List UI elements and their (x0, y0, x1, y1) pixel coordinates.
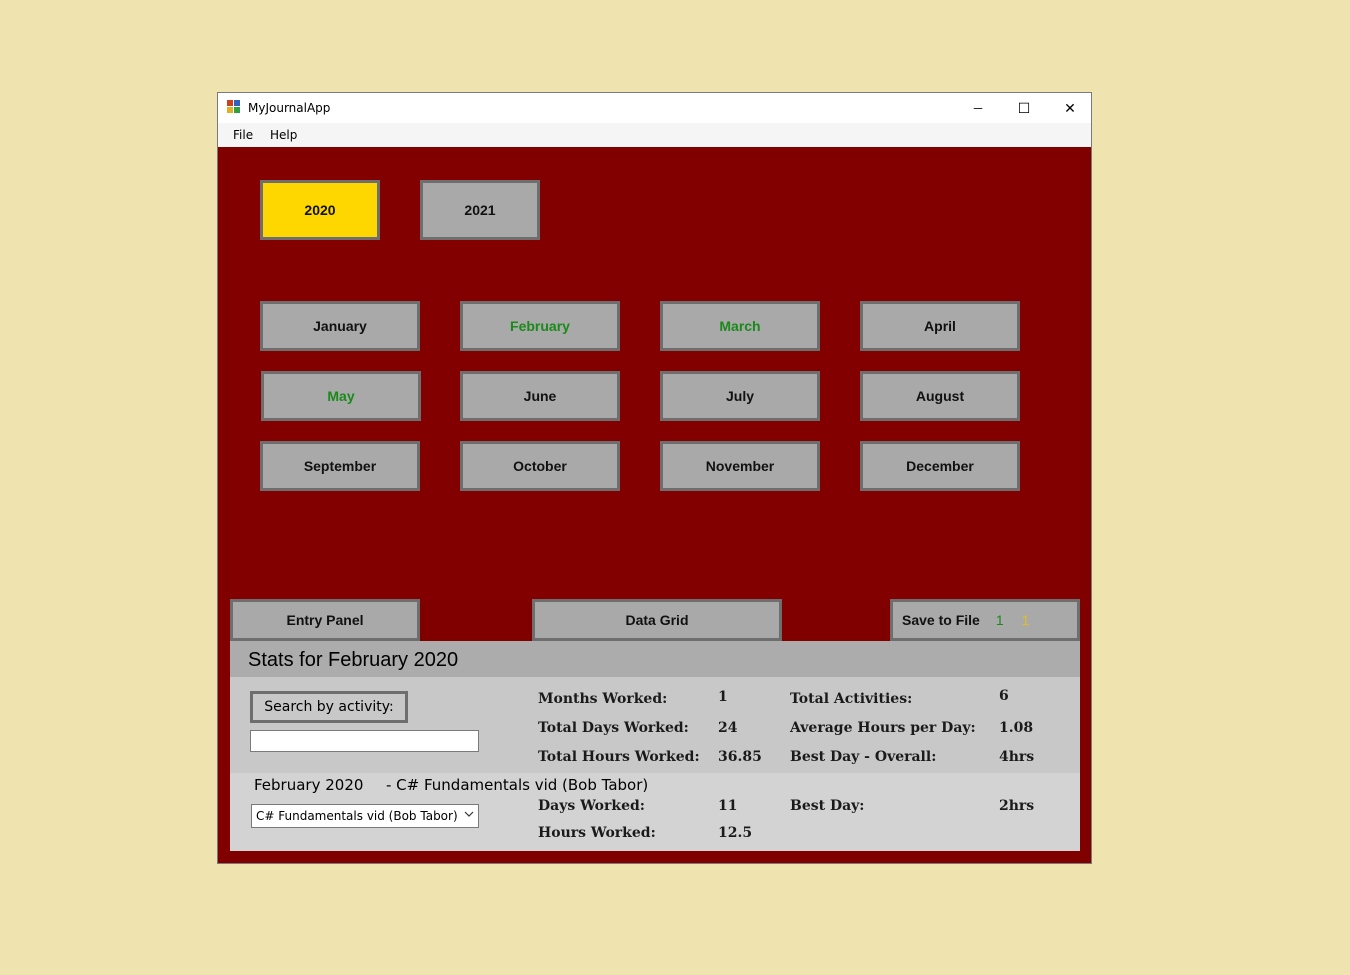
month-button-october[interactable]: October (460, 441, 620, 491)
app-icon (227, 100, 242, 115)
month-button-september[interactable]: September (260, 441, 420, 491)
app-window: MyJournalApp ─ ☐ ✕ File Help 2020 2021 J… (217, 92, 1092, 864)
save-to-file-button[interactable]: Save to File 1 1 (890, 599, 1080, 641)
year-button-2021[interactable]: 2021 (420, 180, 540, 240)
calendar-panel: 2020 2021 January February March April M… (230, 158, 1080, 600)
data-grid-button[interactable]: Data Grid (532, 599, 782, 641)
best-day-value: 2hrs (999, 798, 1035, 814)
save-to-file-label: Save to File (902, 612, 980, 628)
maximize-icon: ☐ (1017, 99, 1031, 116)
activity-name: - C# Fundamentals vid (Bob Tabor) (386, 776, 649, 794)
close-button[interactable]: ✕ (1047, 93, 1093, 123)
average-hours-per-day-value: 1.08 (999, 720, 1034, 736)
month-button-january[interactable]: January (260, 301, 420, 351)
search-by-activity-button[interactable]: Search by activity: (250, 691, 408, 723)
total-hours-worked-value: 36.85 (718, 749, 762, 765)
hours-worked-value: 12.5 (718, 825, 753, 841)
best-day-label: Best Day: (790, 798, 865, 814)
activity-dropdown[interactable]: C# Fundamentals vid (Bob Tabor) (251, 804, 479, 828)
month-button-february[interactable]: February (460, 301, 620, 351)
activity-period: February 2020 (254, 776, 364, 794)
entry-panel-button[interactable]: Entry Panel (230, 599, 420, 641)
best-day-overall-value: 4hrs (999, 749, 1035, 765)
save-indicator-green: 1 (995, 612, 1004, 628)
days-worked-label: Days Worked: (538, 798, 645, 814)
total-hours-worked-label: Total Hours Worked: (538, 749, 700, 765)
minimize-button[interactable]: ─ (955, 93, 1001, 123)
month-button-march[interactable]: March (660, 301, 820, 351)
month-button-december[interactable]: December (860, 441, 1020, 491)
close-icon: ✕ (1064, 99, 1076, 116)
month-button-may[interactable]: May (261, 371, 421, 421)
total-days-worked-value: 24 (718, 720, 738, 736)
hours-worked-label: Hours Worked: (538, 825, 656, 841)
month-button-july[interactable]: July (660, 371, 820, 421)
stats-header: Stats for February 2020 (230, 641, 1080, 677)
stats-panel: Stats for February 2020 Search by activi… (230, 641, 1080, 851)
total-activities-value: 6 (999, 688, 1009, 704)
average-hours-per-day-label: Average Hours per Day: (790, 720, 976, 736)
stats-title: Stats for February 2020 (248, 649, 459, 671)
menu-file[interactable]: File (233, 128, 253, 142)
activity-dropdown-value: C# Fundamentals vid (Bob Tabor) (256, 809, 458, 823)
year-button-2020[interactable]: 2020 (260, 180, 380, 240)
months-worked-label: Months Worked: (538, 691, 668, 707)
total-days-worked-label: Total Days Worked: (538, 720, 689, 736)
maximize-button[interactable]: ☐ (1001, 93, 1047, 123)
minimize-icon: ─ (973, 101, 983, 115)
title-bar[interactable]: MyJournalApp ─ ☐ ✕ (218, 93, 1091, 123)
months-worked-value: 1 (718, 689, 728, 705)
month-button-june[interactable]: June (460, 371, 620, 421)
save-indicator-yellow: 1 (1021, 612, 1030, 628)
total-activities-label: Total Activities: (790, 691, 913, 707)
best-day-overall-label: Best Day - Overall: (790, 749, 937, 765)
days-worked-value: 11 (718, 798, 738, 814)
search-input[interactable] (250, 730, 479, 752)
chevron-down-icon[interactable] (464, 809, 474, 822)
menu-bar: File Help (218, 123, 1091, 147)
activity-stats-section: February 2020 - C# Fundamentals vid (Bob… (230, 773, 1080, 851)
month-button-november[interactable]: November (660, 441, 820, 491)
menu-help[interactable]: Help (270, 128, 297, 142)
month-button-august[interactable]: August (860, 371, 1020, 421)
client-area: 2020 2021 January February March April M… (218, 147, 1091, 863)
month-button-april[interactable]: April (860, 301, 1020, 351)
window-title: MyJournalApp (248, 101, 331, 115)
